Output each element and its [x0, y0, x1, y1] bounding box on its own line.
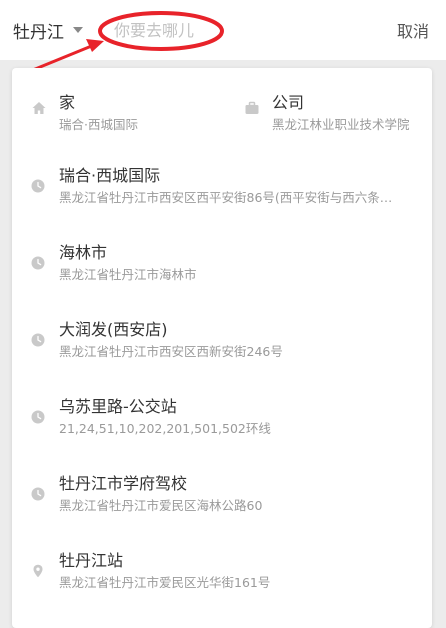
list-item-title: 大润发(西安店): [59, 320, 168, 339]
list-item[interactable]: 牡丹江市学府驾校 黑龙江省牡丹江市爱民区海林公路60: [12, 456, 432, 533]
favorite-home[interactable]: 家 瑞合·西城国际: [12, 68, 227, 140]
home-icon: [32, 102, 46, 114]
search-input[interactable]: [96, 13, 376, 47]
list-item[interactable]: 牡丹江站 黑龙江省牡丹江市爱民区光华街161号: [12, 533, 432, 610]
list-item-address: 黑龙江省牡丹江市西安区西平安街86号(西平安街与西六条路交叉口): [59, 190, 404, 205]
favorite-home-title: 家: [59, 93, 76, 112]
list-item-address: 黑龙江省牡丹江市西安区西新安街246号: [59, 344, 283, 359]
list-item-address: 21,24,51,10,202,201,501,502环线: [59, 421, 271, 436]
suggestions-card: 家 瑞合·西城国际 公司 黑龙江林业职业技术学院 瑞合·西城国际 黑龙江省牡丹江…: [12, 68, 432, 628]
list-item-title: 海林市: [59, 243, 108, 262]
pin-icon: [33, 564, 43, 578]
list-item-title: 瑞合·西城国际: [59, 166, 161, 185]
city-selector[interactable]: 牡丹江: [13, 18, 64, 43]
favorite-home-address: 瑞合·西城国际: [59, 117, 138, 132]
list-item-title: 牡丹江市学府驾校: [59, 474, 188, 493]
favorite-company[interactable]: 公司 黑龙江林业职业技术学院: [227, 68, 432, 140]
top-search-bar: 牡丹江 取消: [0, 0, 446, 60]
favorite-company-address: 黑龙江林业职业技术学院: [272, 117, 410, 132]
favorites-row: 家 瑞合·西城国际 公司 黑龙江林业职业技术学院: [12, 68, 432, 140]
clock-icon: [31, 333, 45, 347]
list-item[interactable]: 大润发(西安店) 黑龙江省牡丹江市西安区西新安街246号: [12, 302, 432, 379]
favorite-company-title: 公司: [272, 93, 305, 112]
list-item-address: 黑龙江省牡丹江市海林市: [59, 267, 197, 282]
list-item-address: 黑龙江省牡丹江市爱民区海林公路60: [59, 498, 263, 513]
clock-icon: [31, 179, 45, 193]
list-item[interactable]: 乌苏里路-公交站 21,24,51,10,202,201,501,502环线: [12, 379, 432, 456]
cancel-button[interactable]: 取消: [397, 18, 429, 42]
list-item-title: 牡丹江站: [59, 551, 124, 570]
list-item[interactable]: 海林市 黑龙江省牡丹江市海林市: [12, 225, 432, 302]
caret-down-icon[interactable]: [73, 27, 83, 33]
clock-icon: [31, 410, 45, 424]
history-list: 瑞合·西城国际 黑龙江省牡丹江市西安区西平安街86号(西平安街与西六条路交叉口)…: [12, 148, 432, 610]
clock-icon: [31, 256, 45, 270]
clock-icon: [31, 487, 45, 501]
list-item-title: 乌苏里路-公交站: [59, 397, 177, 416]
briefcase-icon: [245, 101, 259, 114]
list-item-address: 黑龙江省牡丹江市爱民区光华街161号: [59, 575, 271, 590]
list-item[interactable]: 瑞合·西城国际 黑龙江省牡丹江市西安区西平安街86号(西平安街与西六条路交叉口): [12, 148, 432, 225]
